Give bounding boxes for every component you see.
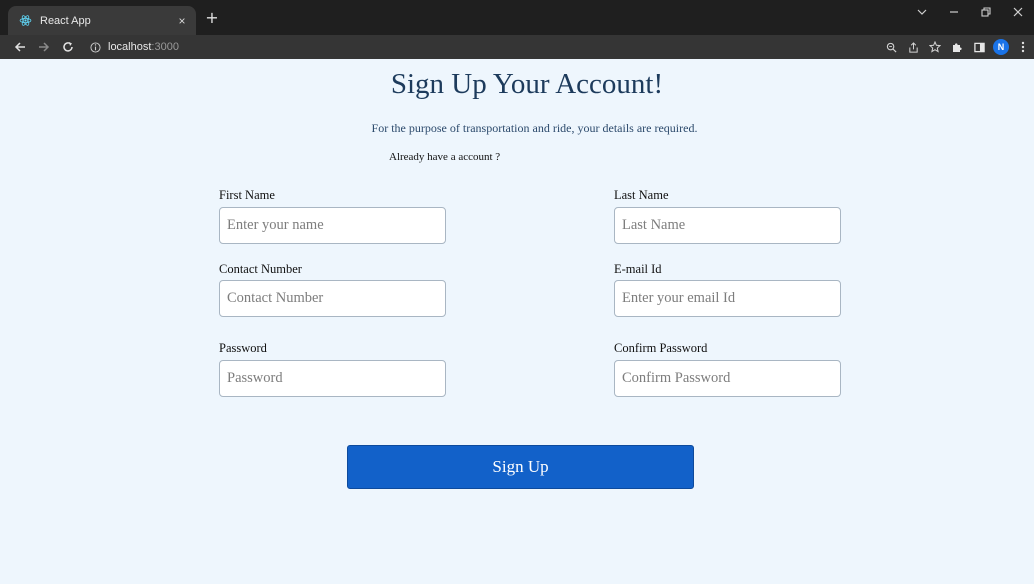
tab-close-icon[interactable]: × xyxy=(174,13,190,29)
already-have-account-link[interactable]: Already have a account ? xyxy=(389,151,500,163)
close-window-icon[interactable] xyxy=(1002,0,1034,24)
contact-number-label: Contact Number xyxy=(219,262,302,276)
toolbar-actions: N xyxy=(880,37,1034,57)
url-port: :3000 xyxy=(151,41,179,53)
back-arrow-icon[interactable] xyxy=(10,37,30,57)
sign-up-button[interactable]: Sign Up xyxy=(347,445,694,489)
password-label: Password xyxy=(219,341,267,355)
browser-toolbar: localhost:3000 N xyxy=(0,35,1034,59)
forward-arrow-icon[interactable] xyxy=(34,37,54,57)
bookmark-star-icon[interactable] xyxy=(924,37,946,57)
confirm-password-label: Confirm Password xyxy=(614,341,708,355)
avatar: N xyxy=(993,39,1009,55)
tab-title: React App xyxy=(40,14,91,27)
tab-search-chevron-icon[interactable] xyxy=(906,0,938,24)
more-menu-icon[interactable] xyxy=(1012,37,1034,57)
reload-icon[interactable] xyxy=(58,37,78,57)
last-name-label: Last Name xyxy=(614,188,669,202)
url-host: localhost xyxy=(108,41,152,53)
first-name-input[interactable] xyxy=(219,207,446,244)
first-name-label: First Name xyxy=(219,188,275,202)
page-title: Sign Up Your Account! xyxy=(390,68,664,100)
side-panel-icon[interactable] xyxy=(968,37,990,57)
confirm-password-input[interactable] xyxy=(614,360,841,397)
browser-tab[interactable]: React App × xyxy=(8,6,196,35)
share-icon[interactable] xyxy=(902,37,924,57)
minimize-icon[interactable] xyxy=(938,0,970,24)
email-label: E-mail Id xyxy=(614,262,662,276)
window-controls xyxy=(906,0,1034,24)
info-icon[interactable] xyxy=(88,40,102,54)
page-subtitle: For the purpose of transportation and ri… xyxy=(371,121,698,135)
password-input[interactable] xyxy=(219,360,446,397)
profile-avatar-icon[interactable]: N xyxy=(990,37,1012,57)
browser-tab-strip: React App × + xyxy=(0,0,1034,35)
email-input[interactable] xyxy=(614,280,841,317)
restore-icon[interactable] xyxy=(970,0,1002,24)
last-name-input[interactable] xyxy=(614,207,841,244)
contact-number-input[interactable] xyxy=(219,280,446,317)
new-tab-icon[interactable]: + xyxy=(203,8,221,27)
react-logo-icon xyxy=(18,14,32,28)
zoom-icon[interactable] xyxy=(880,37,902,57)
extensions-puzzle-icon[interactable] xyxy=(946,37,968,57)
